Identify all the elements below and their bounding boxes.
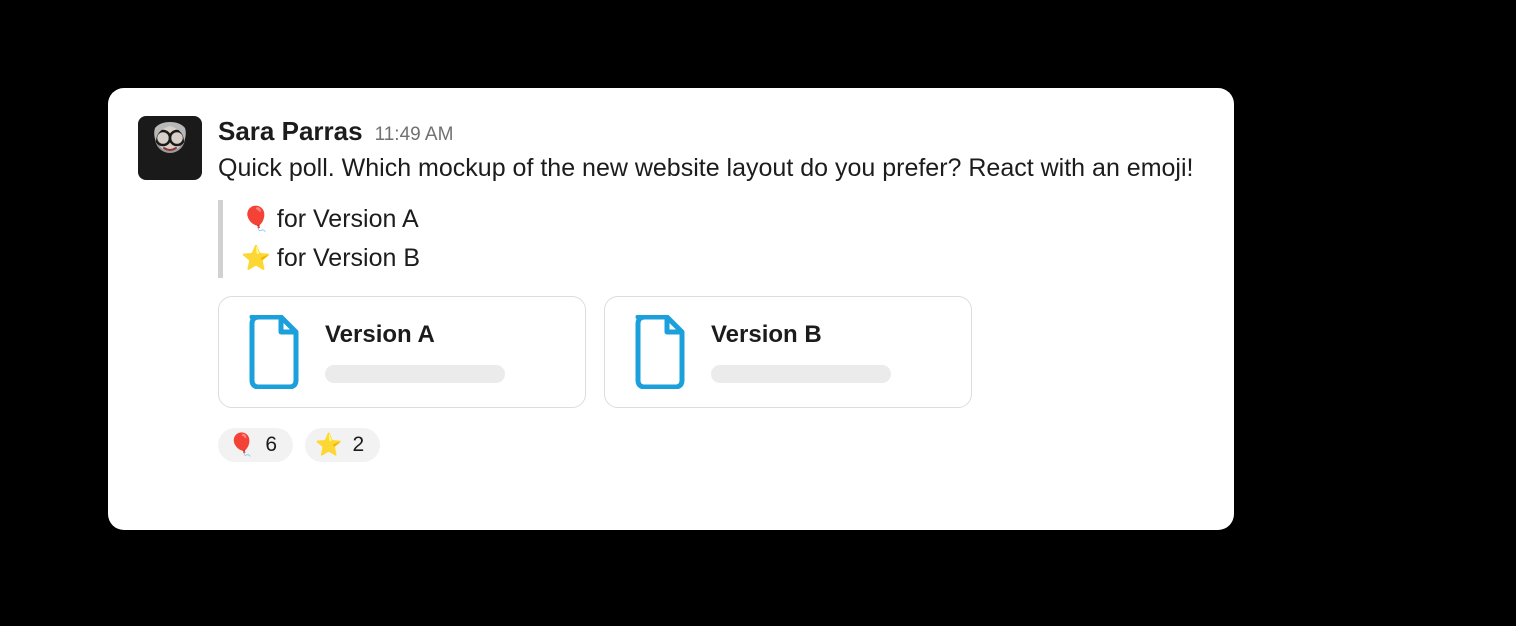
attachment-body: Version B	[711, 321, 945, 383]
poll-options: 🎈 for Version A ⭐ for Version B	[218, 200, 1204, 278]
attachment-title: Version B	[711, 321, 945, 349]
poll-option: ⭐ for Version B	[241, 239, 1204, 278]
message-card: Sara Parras 11:49 AM Quick poll. Which m…	[108, 88, 1234, 530]
file-icon	[245, 315, 303, 389]
balloon-icon: 🎈	[228, 432, 255, 458]
poll-option: 🎈 for Version A	[241, 200, 1204, 239]
star-icon: ⭐	[315, 432, 342, 458]
author-name[interactable]: Sara Parras	[218, 116, 363, 147]
attachment-subtitle-placeholder	[325, 365, 505, 383]
poll-option-text: for Version A	[277, 200, 419, 239]
poll-option-text: for Version B	[277, 239, 420, 278]
star-icon: ⭐	[241, 240, 271, 277]
reaction-pill[interactable]: 🎈 6	[218, 428, 293, 462]
attachment-card[interactable]: Version B	[604, 296, 972, 408]
avatar[interactable]	[138, 116, 202, 180]
attachment-subtitle-placeholder	[711, 365, 891, 383]
reaction-count: 6	[265, 433, 277, 457]
reaction-count: 2	[353, 433, 365, 457]
attachment-title: Version A	[325, 321, 559, 349]
message-header: Sara Parras 11:49 AM	[218, 116, 1204, 147]
message-content: Sara Parras 11:49 AM Quick poll. Which m…	[218, 116, 1204, 462]
avatar-image	[138, 116, 202, 180]
message-timestamp[interactable]: 11:49 AM	[375, 124, 454, 146]
reaction-pill[interactable]: ⭐ 2	[305, 428, 380, 462]
attachment-card[interactable]: Version A	[218, 296, 586, 408]
attachment-body: Version A	[325, 321, 559, 383]
balloon-icon: 🎈	[241, 201, 271, 238]
reactions-row: 🎈 6 ⭐ 2	[218, 428, 1204, 462]
message: Sara Parras 11:49 AM Quick poll. Which m…	[138, 116, 1204, 462]
file-icon	[631, 315, 689, 389]
message-body: Quick poll. Which mockup of the new webs…	[218, 151, 1204, 186]
attachments-row: Version A Version B	[218, 296, 1204, 408]
